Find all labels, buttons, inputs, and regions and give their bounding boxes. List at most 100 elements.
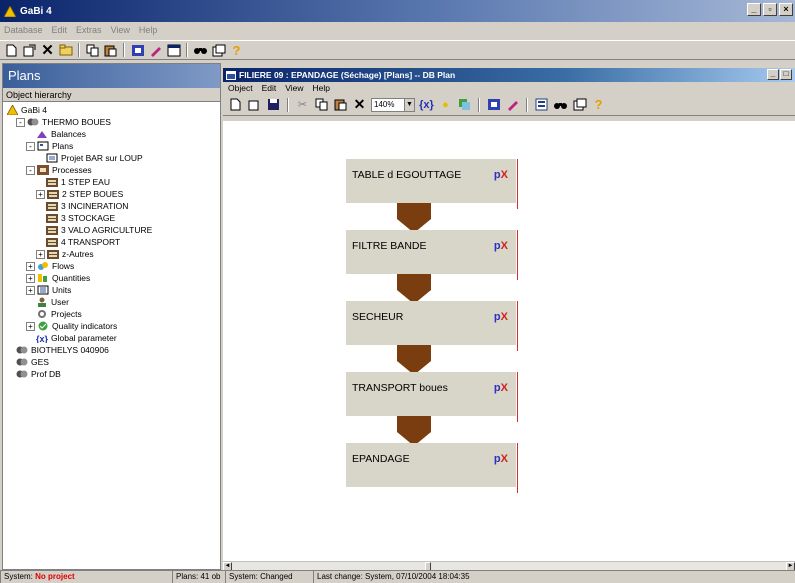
remove-marker[interactable]: X	[501, 311, 508, 323]
expand-icon[interactable]: +	[36, 249, 45, 259]
tree-item[interactable]: Prof DB	[3, 368, 220, 380]
expand-icon[interactable]: +	[26, 273, 35, 283]
expand-icon[interactable]: +	[36, 189, 45, 199]
tree-item[interactable]: Projet BAR sur LOUP	[3, 152, 220, 164]
connector-line	[517, 159, 518, 209]
menu-database[interactable]: Database	[4, 25, 43, 35]
process-box[interactable]: FILTRE BANDE pX	[346, 230, 518, 280]
tree-item[interactable]: +2 STEP BOUES	[3, 188, 220, 200]
lightbulb-icon[interactable]: ●	[438, 97, 453, 112]
menu-help[interactable]: Help	[139, 25, 158, 35]
tree-item[interactable]: Balances	[3, 128, 220, 140]
parameter-marker[interactable]: p	[494, 240, 501, 252]
menu-plan-help[interactable]: Help	[313, 83, 330, 93]
process-box[interactable]: SECHEUR pX	[346, 301, 518, 351]
tree-item[interactable]: GES	[3, 356, 220, 368]
help-icon[interactable]: ?	[591, 97, 606, 112]
expand-icon[interactable]: +	[26, 261, 35, 271]
menu-plan-edit[interactable]: Edit	[262, 83, 277, 93]
menu-object[interactable]: Object	[228, 83, 253, 93]
tree-item[interactable]: + Quality indicators	[3, 320, 220, 332]
units-icon	[37, 285, 49, 295]
tree-item[interactable]: + Quantities	[3, 272, 220, 284]
folder-icon[interactable]	[58, 43, 73, 58]
menu-view[interactable]: View	[111, 25, 130, 35]
collapse-icon[interactable]: -	[26, 141, 35, 151]
find-icon[interactable]	[553, 97, 568, 112]
connector-line	[517, 301, 518, 351]
collapse-icon[interactable]: -	[16, 117, 25, 127]
status-system-changed: System: Changed	[225, 570, 313, 583]
tree-item[interactable]: + Units	[3, 284, 220, 296]
remove-marker[interactable]: X	[501, 382, 508, 394]
tree-item[interactable]: User	[3, 296, 220, 308]
tree-item[interactable]: 3 VALO AGRICULTURE	[3, 224, 220, 236]
parameter-marker[interactable]: p	[494, 382, 501, 394]
tree-item[interactable]: + z-Autres	[3, 248, 220, 260]
menu-extras[interactable]: Extras	[76, 25, 102, 35]
parameter-marker[interactable]: p	[494, 169, 501, 181]
toolbar-separator	[186, 43, 188, 57]
process-icon[interactable]	[130, 43, 145, 58]
parameter-icon[interactable]: {x}	[419, 97, 434, 112]
expand-icon[interactable]: +	[26, 321, 35, 331]
tree-item-label: 3 STOCKAGE	[61, 213, 116, 223]
tree-item[interactable]: - THERMO BOUES	[3, 116, 220, 128]
close-button[interactable]: ×	[779, 3, 793, 16]
properties-icon[interactable]	[247, 97, 262, 112]
tree-item[interactable]: Projects	[3, 308, 220, 320]
window2-icon[interactable]	[572, 97, 587, 112]
menu-edit[interactable]: Edit	[52, 25, 68, 35]
tree-item[interactable]: + Flows	[3, 260, 220, 272]
find-icon[interactable]	[193, 43, 208, 58]
window-icon[interactable]	[166, 43, 181, 58]
zoom-select[interactable]: 140% ▼	[371, 97, 415, 112]
edit-icon[interactable]	[148, 43, 163, 58]
delete-icon[interactable]: ✕	[352, 96, 367, 112]
tree-item[interactable]: 1 STEP EAU	[3, 176, 220, 188]
layers-icon[interactable]	[457, 97, 472, 112]
cut-icon[interactable]: ✂	[295, 97, 310, 112]
parameter-marker[interactable]: p	[494, 453, 501, 465]
process-icon[interactable]	[486, 97, 501, 112]
delete-icon[interactable]: ✕	[40, 42, 55, 59]
copy-icon[interactable]	[85, 43, 100, 58]
plan-canvas[interactable]: TABLE d EGOUTTAGE pX FILTRE BANDE pX SECHEUR…	[223, 121, 795, 561]
remove-marker[interactable]: X	[501, 169, 508, 181]
tree-item[interactable]: GaBi 4	[3, 104, 220, 116]
paste-icon[interactable]	[333, 97, 348, 112]
paste-icon[interactable]	[103, 43, 118, 58]
tree-item[interactable]: 4 TRANSPORT	[3, 236, 220, 248]
parameter-marker[interactable]: p	[494, 311, 501, 323]
help-icon[interactable]: ?	[229, 43, 244, 58]
properties-icon[interactable]	[22, 43, 37, 58]
edit-icon[interactable]	[505, 97, 520, 112]
restore-button[interactable]: ▫	[763, 3, 777, 16]
tree-item[interactable]: 3 STOCKAGE	[3, 212, 220, 224]
minimize-button[interactable]: _	[747, 3, 761, 16]
tree-item[interactable]: - Plans	[3, 140, 220, 152]
window2-icon[interactable]	[211, 43, 226, 58]
new-icon[interactable]	[228, 97, 243, 112]
remove-marker[interactable]: X	[501, 240, 508, 252]
new-icon[interactable]	[4, 43, 19, 58]
remove-marker[interactable]: X	[501, 453, 508, 465]
process-box[interactable]: TABLE d EGOUTTAGE pX	[346, 159, 518, 209]
save-icon[interactable]	[266, 97, 281, 112]
collapse-icon[interactable]: -	[26, 165, 35, 175]
copy-icon[interactable]	[314, 97, 329, 112]
tree-item[interactable]: - Processes	[3, 164, 220, 176]
plan-minimize-button[interactable]: _	[767, 69, 779, 80]
tree-item[interactable]: BIOTHELYS 040906	[3, 344, 220, 356]
horizontal-scrollbar[interactable]: ◄ ►	[223, 561, 795, 571]
tree-item[interactable]: 3 INCINERATION	[3, 200, 220, 212]
plan-maximize-button[interactable]: □	[780, 69, 792, 80]
process-box-markers: pX	[494, 453, 508, 465]
tree-item[interactable]: {x} Global parameter	[3, 332, 220, 344]
process-box[interactable]: EPANDAGE pX	[346, 443, 518, 493]
balance-icon[interactable]	[534, 97, 549, 112]
plan-toolbar: ✂ ✕ 140% ▼ {x} ● ?	[223, 94, 795, 116]
menu-plan-view[interactable]: View	[285, 83, 303, 93]
expand-icon[interactable]: +	[26, 285, 35, 295]
process-box[interactable]: TRANSPORT boues pX	[346, 372, 518, 422]
